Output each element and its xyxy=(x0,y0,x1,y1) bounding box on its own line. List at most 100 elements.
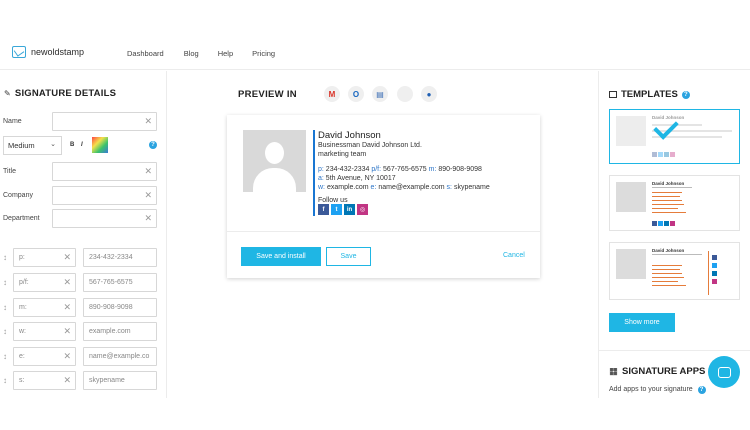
clear-icon[interactable]: ✕ xyxy=(144,166,152,177)
website-value-field[interactable]: example.com xyxy=(83,322,157,341)
instagram-icon xyxy=(670,221,675,226)
skype-value-field[interactable]: skypename xyxy=(83,371,157,390)
chat-button[interactable] xyxy=(708,356,740,388)
apple-icon[interactable] xyxy=(397,86,413,102)
linkedin-icon xyxy=(664,221,669,226)
facebook-icon xyxy=(652,221,657,226)
drag-handle-icon[interactable]: ↕ xyxy=(3,278,7,287)
save-and-install-button[interactable]: Save and install xyxy=(241,247,321,266)
title-field[interactable]: ✕ xyxy=(52,162,157,181)
instagram-icon xyxy=(670,152,675,157)
drag-handle-icon[interactable]: ↕ xyxy=(3,352,7,361)
signature-name: David Johnson xyxy=(318,130,381,141)
template-card-2[interactable]: David Johnson xyxy=(609,175,740,231)
font-size-select[interactable]: Medium ⌄ xyxy=(3,136,62,155)
fax-key-field[interactable]: p/f: ✕ xyxy=(13,273,76,292)
help-icon[interactable]: ? xyxy=(697,386,706,394)
clear-icon[interactable]: ✕ xyxy=(63,326,71,337)
cancel-button[interactable]: Cancel xyxy=(503,252,525,259)
template-icon xyxy=(609,91,617,98)
help-icon[interactable]: ? xyxy=(681,90,690,99)
clear-icon[interactable]: ✕ xyxy=(144,213,152,224)
pencil-icon: ✎ xyxy=(4,89,11,98)
top-navbar: newoldstamp Dashboard Blog Help Pricing xyxy=(0,0,750,70)
name-field[interactable]: ✕ xyxy=(52,112,157,131)
clear-icon[interactable]: ✕ xyxy=(63,375,71,386)
apps-grid-icon: ▦ xyxy=(609,366,618,377)
template-photo xyxy=(616,116,646,146)
clear-icon[interactable]: ✕ xyxy=(63,252,71,263)
template-line xyxy=(652,192,682,193)
gmail-icon[interactable]: M xyxy=(324,86,340,102)
template-socials xyxy=(652,152,675,157)
help-icon[interactable]: ? xyxy=(149,141,157,149)
drag-handle-icon[interactable]: ↕ xyxy=(3,303,7,312)
color-picker[interactable] xyxy=(92,137,108,153)
email-key-field[interactable]: e: ✕ xyxy=(13,347,76,366)
website-key-field[interactable]: w: ✕ xyxy=(13,322,76,341)
avatar-body xyxy=(253,168,296,192)
page-bottom xyxy=(0,398,750,430)
clear-icon[interactable]: ✕ xyxy=(63,302,71,313)
nav-dashboard[interactable]: Dashboard xyxy=(127,49,164,58)
clear-icon[interactable]: ✕ xyxy=(144,190,152,201)
linkedin-icon xyxy=(712,271,717,276)
card-divider xyxy=(227,231,540,232)
template-card-3[interactable]: David Johnson xyxy=(609,242,740,300)
email-value-field[interactable]: name@example.co xyxy=(83,347,157,366)
nav-pricing[interactable]: Pricing xyxy=(252,49,275,58)
template-line xyxy=(652,277,684,278)
save-button[interactable]: Save xyxy=(326,247,371,266)
skype-key-field[interactable]: s: ✕ xyxy=(13,371,76,390)
signature-address: a: 5th Avenue, NY 10017 xyxy=(318,174,396,182)
mobile-key-field[interactable]: m: ✕ xyxy=(13,298,76,317)
show-more-button[interactable]: Show more xyxy=(609,313,675,332)
social-icons: f t in ◎ xyxy=(318,204,368,215)
nav-blog[interactable]: Blog xyxy=(184,49,199,58)
signature-details-title: ✎ SIGNATURE DETAILS xyxy=(4,88,117,99)
company-field[interactable]: ✕ xyxy=(52,186,157,205)
twitter-icon[interactable]: t xyxy=(331,204,342,215)
bold-button[interactable]: B xyxy=(70,142,74,148)
phone-key-field[interactable]: p: ✕ xyxy=(13,248,76,267)
drag-handle-icon[interactable]: ↕ xyxy=(3,253,7,262)
drag-handle-icon[interactable]: ↕ xyxy=(3,376,7,385)
logo[interactable]: newoldstamp xyxy=(12,46,84,58)
thunderbird-icon[interactable]: ● xyxy=(421,86,437,102)
facebook-icon[interactable]: f xyxy=(318,204,329,215)
signature-text: David Johnson Businessman David Johnson … xyxy=(318,131,490,205)
name-label: Name xyxy=(3,118,22,125)
apps-divider xyxy=(599,350,750,351)
template-line xyxy=(652,200,682,201)
logo-text: newoldstamp xyxy=(31,47,85,57)
facebook-icon xyxy=(652,152,657,157)
signature-department: marketing team xyxy=(318,151,367,159)
mobile-value-field[interactable]: 890-908-9098 xyxy=(83,298,157,317)
linkedin-icon[interactable]: in xyxy=(344,204,355,215)
template-line xyxy=(652,281,678,282)
department-field[interactable]: ✕ xyxy=(52,209,157,228)
drag-handle-icon[interactable]: ↕ xyxy=(3,327,7,336)
nav-help[interactable]: Help xyxy=(218,49,233,58)
template-card-1[interactable]: David Johnson xyxy=(609,109,740,164)
template-name: David Johnson xyxy=(652,181,685,186)
preview-title: PREVIEW IN xyxy=(238,89,297,100)
template-line xyxy=(708,251,709,295)
fax-value-field[interactable]: 567-765-6575 xyxy=(83,273,157,292)
instagram-icon[interactable]: ◎ xyxy=(357,204,368,215)
clear-icon[interactable]: ✕ xyxy=(63,351,71,362)
signature-position: Businessman David Johnson Ltd. xyxy=(318,142,422,150)
main-nav: Dashboard Blog Help Pricing xyxy=(127,49,275,58)
clear-icon[interactable]: ✕ xyxy=(144,116,152,127)
twitter-icon xyxy=(712,263,717,268)
department-label: Department xyxy=(3,215,40,222)
template-line xyxy=(652,265,682,266)
italic-button[interactable]: I xyxy=(81,142,83,148)
outlook-icon[interactable]: O xyxy=(348,86,364,102)
phone-value-field[interactable]: 234-432-2334 xyxy=(83,248,157,267)
apple-mail-icon[interactable]: ▤ xyxy=(372,86,388,102)
facebook-icon xyxy=(712,255,717,260)
clear-icon[interactable]: ✕ xyxy=(63,277,71,288)
signature-apps-subtitle: Add apps to your signature ? xyxy=(609,386,706,394)
avatar-head xyxy=(265,142,284,164)
